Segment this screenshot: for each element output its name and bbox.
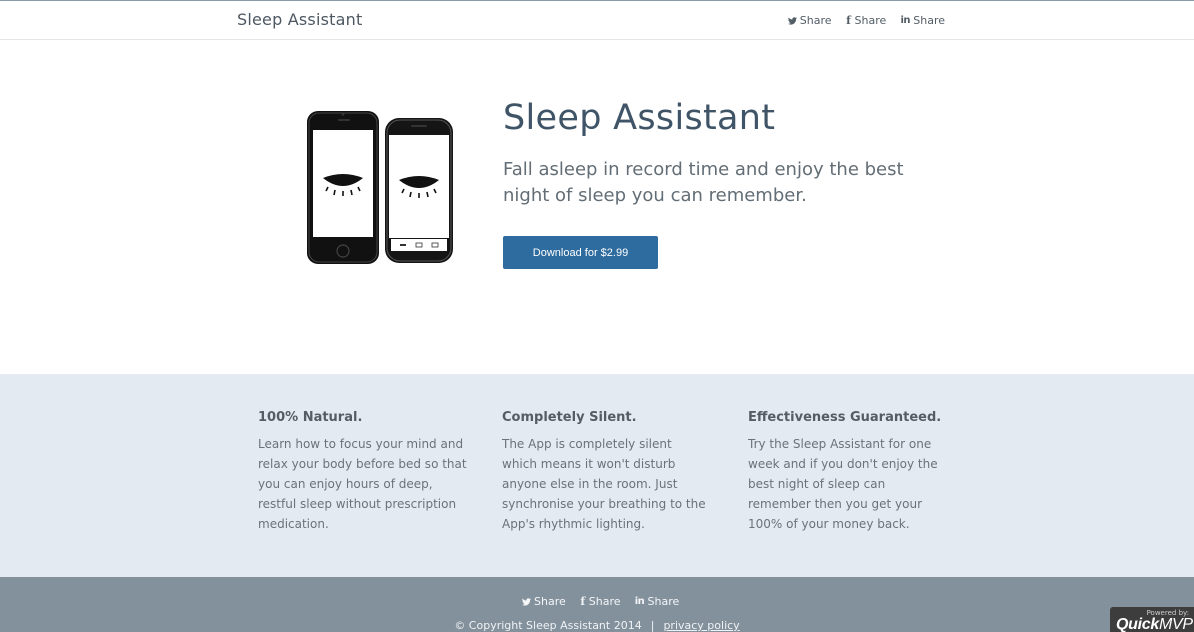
facebook-icon: f	[846, 13, 851, 27]
footer-facebook-share-link[interactable]: f Share	[580, 594, 621, 608]
feature-title: Effectiveness Guaranteed.	[748, 410, 942, 425]
top-share-links: Share f Share in Share	[787, 13, 945, 27]
footer: Share f Share in Share © Copyright Sleep…	[0, 577, 1194, 632]
facebook-share-link[interactable]: f Share	[846, 13, 887, 27]
feature-title: 100% Natural.	[258, 410, 363, 425]
linkedin-icon: in	[634, 595, 645, 607]
footer-twitter-share-link[interactable]: Share	[522, 595, 566, 608]
linkedin-share-label: Share	[647, 595, 680, 608]
top-navbar: Sleep Assistant Share f Share in Share	[0, 0, 1194, 40]
twitter-icon	[787, 16, 797, 26]
logo-bold-part: Quick	[1116, 616, 1159, 632]
feature-title: Completely Silent.	[502, 410, 637, 425]
feature-silent: Completely Silent. The App is completely…	[502, 410, 708, 534]
copyright-text: © Copyright Sleep Assistant 2014	[454, 619, 642, 632]
hero-title: Sleep Assistant	[503, 98, 776, 138]
twitter-share-label: Share	[534, 595, 566, 608]
hero-subtitle: Fall asleep in record time and enjoy the…	[503, 159, 904, 206]
footer-separator: |	[650, 619, 655, 632]
footer-linkedin-share-link[interactable]: in Share	[635, 595, 680, 608]
feature-guaranteed: Effectiveness Guaranteed. Try the Sleep …	[748, 410, 948, 534]
facebook-share-label: Share	[854, 14, 887, 27]
phones-illustration	[305, 108, 457, 270]
privacy-policy-link[interactable]: privacy policy	[663, 619, 739, 632]
brand-logo-text[interactable]: Sleep Assistant	[237, 10, 362, 29]
feature-text: Try the Sleep Assistant for one week and…	[748, 437, 938, 531]
feature-text: Learn how to focus your mind and relax y…	[258, 437, 467, 531]
twitter-share-label: Share	[799, 14, 832, 27]
linkedin-icon: in	[900, 14, 911, 26]
powered-by-badge[interactable]: Powered by: QuickMVP	[1110, 607, 1194, 632]
footer-share-links: Share f Share in Share	[522, 595, 679, 608]
feature-text: The App is completely silent which means…	[502, 437, 706, 531]
facebook-icon: f	[580, 594, 586, 608]
facebook-share-label: Share	[588, 595, 621, 608]
feature-natural: 100% Natural. Learn how to focus your mi…	[258, 410, 468, 534]
download-button[interactable]: Download for $2.99	[503, 236, 658, 269]
features-section: 100% Natural. Learn how to focus your mi…	[0, 374, 1194, 577]
quickmvp-logo: QuickMVP	[1116, 616, 1193, 632]
copyright-line: © Copyright Sleep Assistant 2014 | privacy…	[0, 619, 1194, 632]
twitter-share-link[interactable]: Share	[787, 14, 832, 27]
linkedin-share-link[interactable]: in Share	[900, 14, 945, 27]
twitter-icon	[522, 597, 531, 607]
linkedin-share-label: Share	[913, 14, 945, 27]
logo-rest-part: MVP	[1158, 616, 1193, 632]
